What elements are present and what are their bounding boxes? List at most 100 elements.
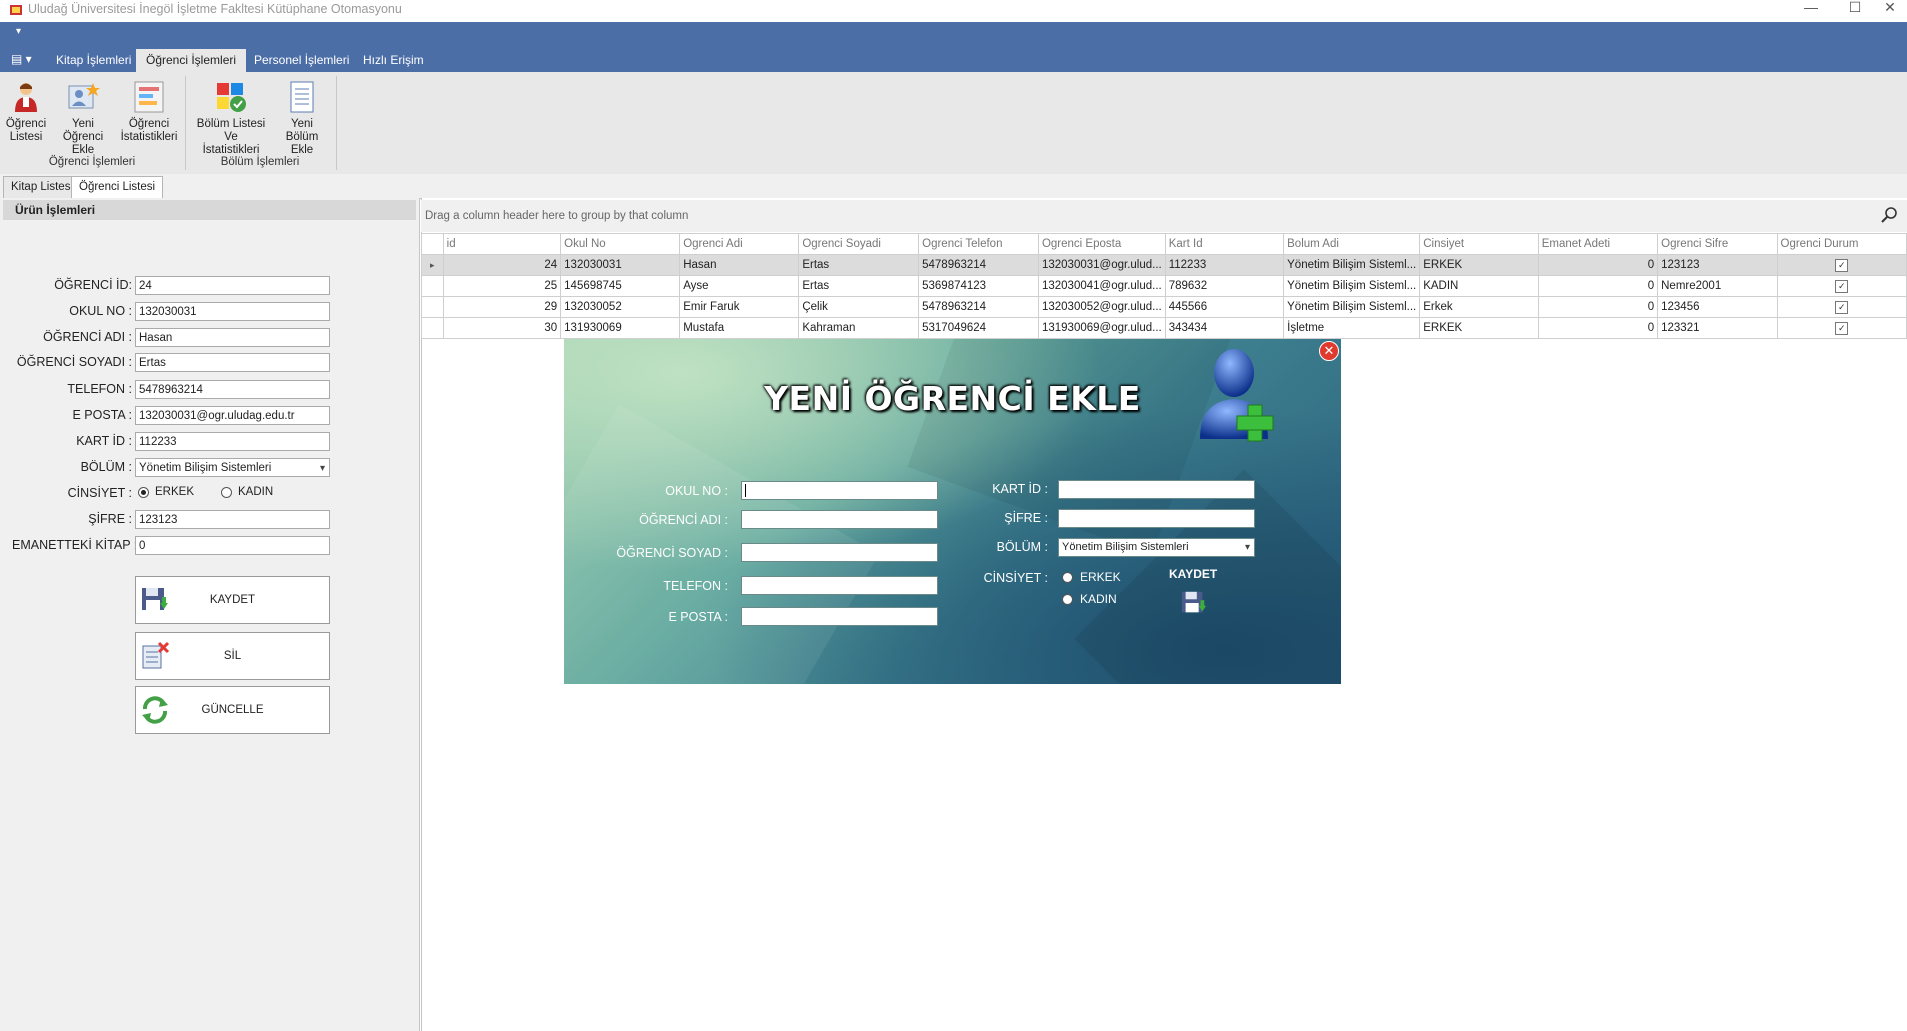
erkek-radio[interactable] (138, 487, 149, 498)
save-button[interactable]: KAYDET (135, 576, 330, 624)
tab-personel-islemleri[interactable]: Personel İşlemleri (244, 49, 359, 72)
cell-id[interactable]: 25 (442, 275, 562, 297)
column-header[interactable]: Bolum Adi (1283, 233, 1421, 255)
column-header[interactable]: Ogrenci Telefon (918, 233, 1039, 255)
cell-cinsiyet[interactable]: ERKEK (1419, 254, 1539, 276)
ogrenci-id-field[interactable]: 24 (135, 276, 330, 295)
column-header[interactable]: id (442, 233, 562, 255)
cell-kart-id[interactable]: 445566 (1164, 296, 1285, 318)
kart-id-field[interactable]: 112233 (135, 432, 330, 451)
column-header[interactable]: Cinsiyet (1419, 233, 1539, 255)
cell-emanet[interactable]: 0 (1537, 254, 1659, 276)
cell-eposta[interactable]: 132030052@ogr.ulud... (1037, 296, 1166, 318)
cell-bolum[interactable]: Yönetim Bilişim Sisteml... (1283, 254, 1421, 276)
add-department-button[interactable]: Yeni Bölüm Ekle (274, 80, 330, 157)
ogrenci-soyad-input[interactable] (741, 543, 938, 562)
cell-id[interactable]: 30 (442, 317, 562, 339)
cell-durum[interactable]: ✓ (1776, 317, 1907, 339)
cell-sifre[interactable]: 123123 (1657, 254, 1778, 276)
column-header[interactable]: Emanet Adeti (1537, 233, 1659, 255)
sifre-input[interactable] (1058, 509, 1255, 528)
tab-kitap-listesi[interactable]: Kitap Listesi (3, 176, 82, 198)
cell-emanet[interactable]: 0 (1537, 275, 1659, 297)
cell-id[interactable]: 29 (442, 296, 562, 318)
cell-eposta[interactable]: 132030041@ogr.ulud... (1037, 275, 1166, 297)
tab-ogrenci-listesi[interactable]: Öğrenci Listesi (71, 176, 164, 198)
cell-soyadi[interactable]: Ertas (798, 254, 920, 276)
maximize-button[interactable]: ☐ (1838, 0, 1872, 22)
column-header[interactable]: Ogrenci Sifre (1657, 233, 1778, 255)
cell-okul-no[interactable]: 132030031 (560, 254, 681, 276)
tab-ogrenci-islemleri[interactable]: Öğrenci İşlemleri (136, 49, 247, 72)
cell-telefon[interactable]: 5478963214 (918, 296, 1039, 318)
kart-id-input[interactable] (1058, 480, 1255, 499)
app-menu-button[interactable]: ▤ ▾ (11, 52, 32, 66)
bolum-dropdown[interactable]: Yönetim Bilişim Sistemleri (135, 458, 330, 477)
column-header[interactable]: Okul No (560, 233, 681, 255)
kadin-radio[interactable] (1062, 594, 1073, 605)
cell-cinsiyet[interactable]: Erkek (1419, 296, 1539, 318)
erkek-radio[interactable] (1062, 572, 1073, 583)
cell-kart-id[interactable]: 343434 (1164, 317, 1285, 339)
column-header[interactable]: Ogrenci Durum (1776, 233, 1907, 255)
search-icon[interactable] (1881, 206, 1899, 224)
bolum-dropdown[interactable]: Yönetim Bilişim Sistemleri (1058, 538, 1255, 557)
sifre-field[interactable]: 123123 (135, 510, 330, 529)
cell-adi[interactable]: Ayse (679, 275, 800, 297)
cell-sifre[interactable]: Nemre2001 (1657, 275, 1778, 297)
cell-eposta[interactable]: 131930069@ogr.ulud... (1037, 317, 1166, 339)
telefon-input[interactable] (741, 576, 938, 595)
cell-sifre[interactable]: 123456 (1657, 296, 1778, 318)
cell-bolum[interactable]: İşletme (1283, 317, 1421, 339)
column-header[interactable]: Ogrenci Adi (679, 233, 800, 255)
table-row[interactable]: 29 132030052 Emir Faruk Çelik 5478963214… (421, 296, 1907, 318)
dialog-close-button[interactable]: ✕ (1319, 341, 1339, 361)
cell-emanet[interactable]: 0 (1537, 296, 1659, 318)
ogrenci-soyadi-field[interactable]: Ertas (135, 353, 330, 372)
minimize-button[interactable]: — (1794, 0, 1828, 22)
table-row[interactable]: 25 145698745 Ayse Ertas 5369874123 13203… (421, 275, 1907, 297)
cell-bolum[interactable]: Yönetim Bilişim Sisteml... (1283, 275, 1421, 297)
checkbox-checked-icon[interactable]: ✓ (1835, 300, 1849, 314)
cell-durum[interactable]: ✓ (1776, 275, 1907, 297)
quick-access-dropdown[interactable]: ▾ (16, 26, 21, 37)
cell-adi[interactable]: Mustafa (679, 317, 800, 339)
update-button[interactable]: GÜNCELLE (135, 686, 330, 734)
cell-cinsiyet[interactable]: ERKEK (1419, 317, 1539, 339)
cell-bolum[interactable]: Yönetim Bilişim Sisteml... (1283, 296, 1421, 318)
ogrenci-adi-field[interactable]: Hasan (135, 328, 330, 347)
add-student-button[interactable]: Yeni Öğrenci Ekle (51, 80, 115, 157)
cell-emanet[interactable]: 0 (1537, 317, 1659, 339)
close-window-button[interactable]: ✕ (1873, 0, 1907, 22)
cell-kart-id[interactable]: 112233 (1164, 254, 1285, 276)
cell-soyadi[interactable]: Kahraman (798, 317, 920, 339)
e-posta-field[interactable]: 132030031@ogr.uludag.edu.tr (135, 406, 330, 425)
student-statistics-button[interactable]: Öğrenci İstatistikleri (118, 80, 180, 144)
cell-okul-no[interactable]: 145698745 (560, 275, 681, 297)
floppy-save-icon[interactable] (1180, 589, 1208, 617)
cell-soyadi[interactable]: Çelik (798, 296, 920, 318)
cell-adi[interactable]: Emir Faruk (679, 296, 800, 318)
column-header[interactable]: Kart Id (1164, 233, 1285, 255)
department-list-button[interactable]: Bölüm Listesi Ve İstatistikleri (190, 80, 272, 157)
cell-sifre[interactable]: 123321 (1657, 317, 1778, 339)
telefon-field[interactable]: 5478963214 (135, 380, 330, 399)
okul-no-input[interactable] (741, 481, 938, 500)
cell-id[interactable]: 24 (442, 254, 562, 276)
cell-eposta[interactable]: 132030031@ogr.ulud... (1037, 254, 1166, 276)
cell-durum[interactable]: ✓ (1776, 296, 1907, 318)
e-posta-input[interactable] (741, 607, 938, 626)
tab-hizli-erisim[interactable]: Hızlı Erişim (353, 49, 434, 72)
cell-okul-no[interactable]: 131930069 (560, 317, 681, 339)
cell-okul-no[interactable]: 132030052 (560, 296, 681, 318)
group-panel[interactable]: Drag a column header here to group by th… (421, 200, 1907, 232)
table-row[interactable]: 30 131930069 Mustafa Kahraman 5317049624… (421, 317, 1907, 339)
cell-cinsiyet[interactable]: KADIN (1419, 275, 1539, 297)
table-row[interactable]: ▸ 24 132030031 Hasan Ertas 5478963214 13… (421, 254, 1907, 276)
cell-soyadi[interactable]: Ertas (798, 275, 920, 297)
cell-telefon[interactable]: 5369874123 (918, 275, 1039, 297)
kadin-radio[interactable] (221, 487, 232, 498)
column-header[interactable]: Ogrenci Eposta (1037, 233, 1166, 255)
column-header[interactable]: Ogrenci Soyadi (798, 233, 920, 255)
tab-kitap-islemleri[interactable]: Kitap İşlemleri (46, 49, 141, 72)
